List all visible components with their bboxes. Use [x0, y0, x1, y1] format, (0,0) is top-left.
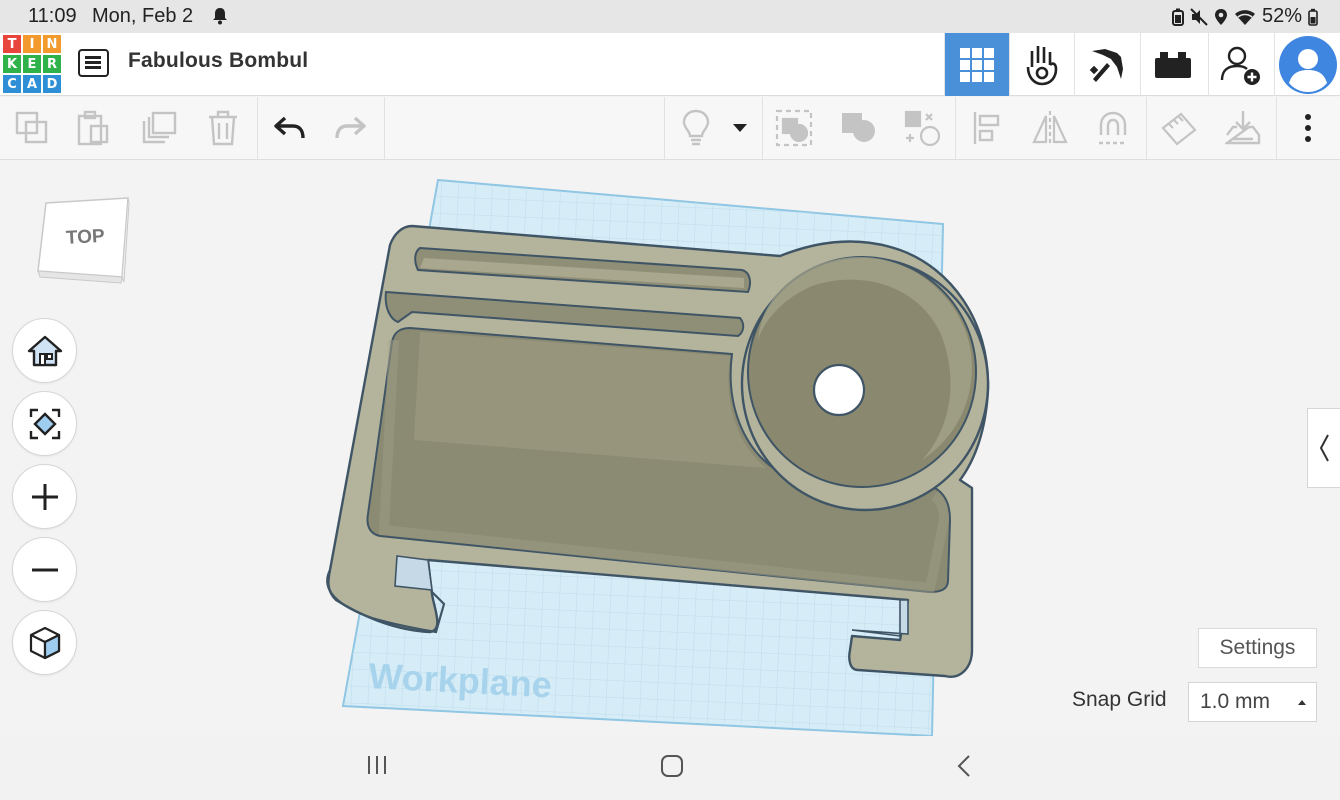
logo-letter: I	[23, 35, 41, 53]
minus-icon	[31, 568, 58, 571]
recent-apps-button[interactable]	[366, 754, 388, 781]
copy-icon	[15, 111, 48, 144]
codeblocks-icon	[1026, 45, 1058, 85]
wifi-icon	[1234, 9, 1255, 25]
status-time: 11:09	[28, 5, 77, 27]
logo-letter: N	[43, 35, 61, 53]
app-header: T I N K E R C A D Fabulous Bombul	[0, 33, 1340, 96]
zoom-in-button[interactable]	[12, 464, 77, 529]
cruise-button[interactable]	[891, 97, 953, 159]
logo-letter: A	[23, 75, 41, 93]
undo-button[interactable]	[258, 97, 320, 159]
codeblocks-button[interactable]	[1009, 33, 1074, 96]
3d-design-view-button[interactable]	[944, 33, 1009, 96]
duplicate-icon	[142, 111, 177, 144]
group-icon	[775, 109, 813, 147]
cube-icon	[29, 626, 60, 659]
fit-view-icon	[29, 408, 60, 439]
bricks-button[interactable]	[1140, 33, 1205, 96]
redo-button[interactable]	[320, 97, 382, 159]
home-system-button[interactable]	[660, 754, 684, 783]
logo-letter: K	[3, 55, 21, 73]
profile-avatar	[1278, 35, 1337, 94]
notification-bell-icon	[212, 7, 228, 31]
add-user-icon	[1220, 46, 1260, 85]
more-vertical-icon	[1305, 114, 1311, 142]
notes-dropdown-button[interactable]	[718, 97, 762, 159]
caret-up-icon	[1298, 700, 1306, 705]
ungroup-button[interactable]	[828, 97, 890, 159]
recent-apps-icon	[368, 756, 386, 774]
edit-toolbar	[0, 97, 1340, 160]
back-system-button[interactable]	[956, 754, 972, 783]
pickaxe-icon	[1089, 48, 1123, 82]
status-bar: 11:09 Mon, Feb 2 52%	[0, 0, 1340, 33]
view-cube-label: TOP	[65, 226, 105, 249]
ruler-button[interactable]	[1148, 97, 1210, 159]
logo-letter: C	[3, 75, 21, 93]
ungroup-icon	[842, 113, 875, 142]
system-navigation-bar	[0, 736, 1340, 800]
chevron-left-icon	[1319, 434, 1329, 462]
dropdown-caret-icon	[733, 124, 747, 132]
duplicate-button[interactable]	[128, 97, 190, 159]
view-cube[interactable]: TOP	[36, 195, 130, 292]
align-button[interactable]	[956, 97, 1018, 159]
panel-toggle-button[interactable]	[1307, 408, 1340, 488]
ruler-icon	[1161, 112, 1197, 146]
snap-grid-label: Snap Grid	[1072, 688, 1167, 711]
home-view-button[interactable]	[12, 318, 77, 383]
snap-grid-value: 1.0 mm	[1200, 690, 1271, 713]
design-list-button[interactable]	[78, 49, 109, 77]
settings-button[interactable]: Settings	[1198, 628, 1317, 668]
home-circle-icon	[661, 755, 683, 777]
tinker-sim-button[interactable]	[1074, 33, 1139, 96]
undo-icon	[274, 116, 305, 139]
cruise-icon	[904, 110, 941, 147]
logo-letter: R	[43, 55, 61, 73]
invite-user-button[interactable]	[1208, 33, 1273, 96]
tinkercad-logo[interactable]: T I N K E R C A D	[3, 35, 61, 93]
battery-percent: 52%	[1261, 5, 1302, 27]
profile-button[interactable]	[1274, 33, 1340, 96]
grid-icon	[960, 47, 994, 82]
paste-button[interactable]	[63, 97, 125, 159]
delete-icon	[209, 110, 237, 146]
fit-view-button[interactable]	[12, 391, 77, 456]
import-button[interactable]	[1212, 97, 1274, 159]
mute-icon	[1190, 7, 1208, 26]
perspective-toggle-button[interactable]	[12, 610, 77, 675]
logo-letter: D	[43, 75, 61, 93]
light-bulb-icon	[682, 109, 710, 146]
plus-icon	[31, 483, 58, 510]
redo-icon	[335, 116, 366, 139]
import-icon	[1225, 111, 1261, 145]
snap-grid-select[interactable]: 1.0 mm	[1188, 682, 1317, 722]
battery-icon	[1308, 8, 1318, 26]
location-icon	[1214, 8, 1227, 25]
scene: Workplane	[326, 178, 990, 736]
home-icon	[27, 335, 62, 366]
back-chevron-icon	[957, 755, 970, 777]
status-icons: 52%	[1171, 5, 1318, 28]
logo-letter: T	[3, 35, 21, 53]
status-date: Mon, Feb 2	[92, 5, 194, 27]
mirror-icon	[1032, 111, 1068, 145]
zoom-out-button[interactable]	[12, 537, 77, 602]
copy-button[interactable]	[1, 97, 63, 159]
magnet-icon	[1099, 111, 1127, 145]
3d-workspace[interactable]: Workplane TOP Settings Snap Grid 1.0 mm	[0, 160, 1340, 736]
paste-icon	[77, 110, 109, 146]
align-icon	[973, 112, 1000, 144]
group-button[interactable]	[763, 97, 825, 159]
delete-button[interactable]	[192, 97, 254, 159]
bricks-icon	[1155, 51, 1191, 78]
mirror-button[interactable]	[1019, 97, 1081, 159]
battery-saver-icon	[1171, 8, 1184, 26]
project-title[interactable]: Fabulous Bombul	[128, 49, 308, 73]
snap-magnet-button[interactable]	[1082, 97, 1144, 159]
more-options-button[interactable]	[1277, 97, 1339, 159]
logo-letter: E	[23, 55, 41, 73]
